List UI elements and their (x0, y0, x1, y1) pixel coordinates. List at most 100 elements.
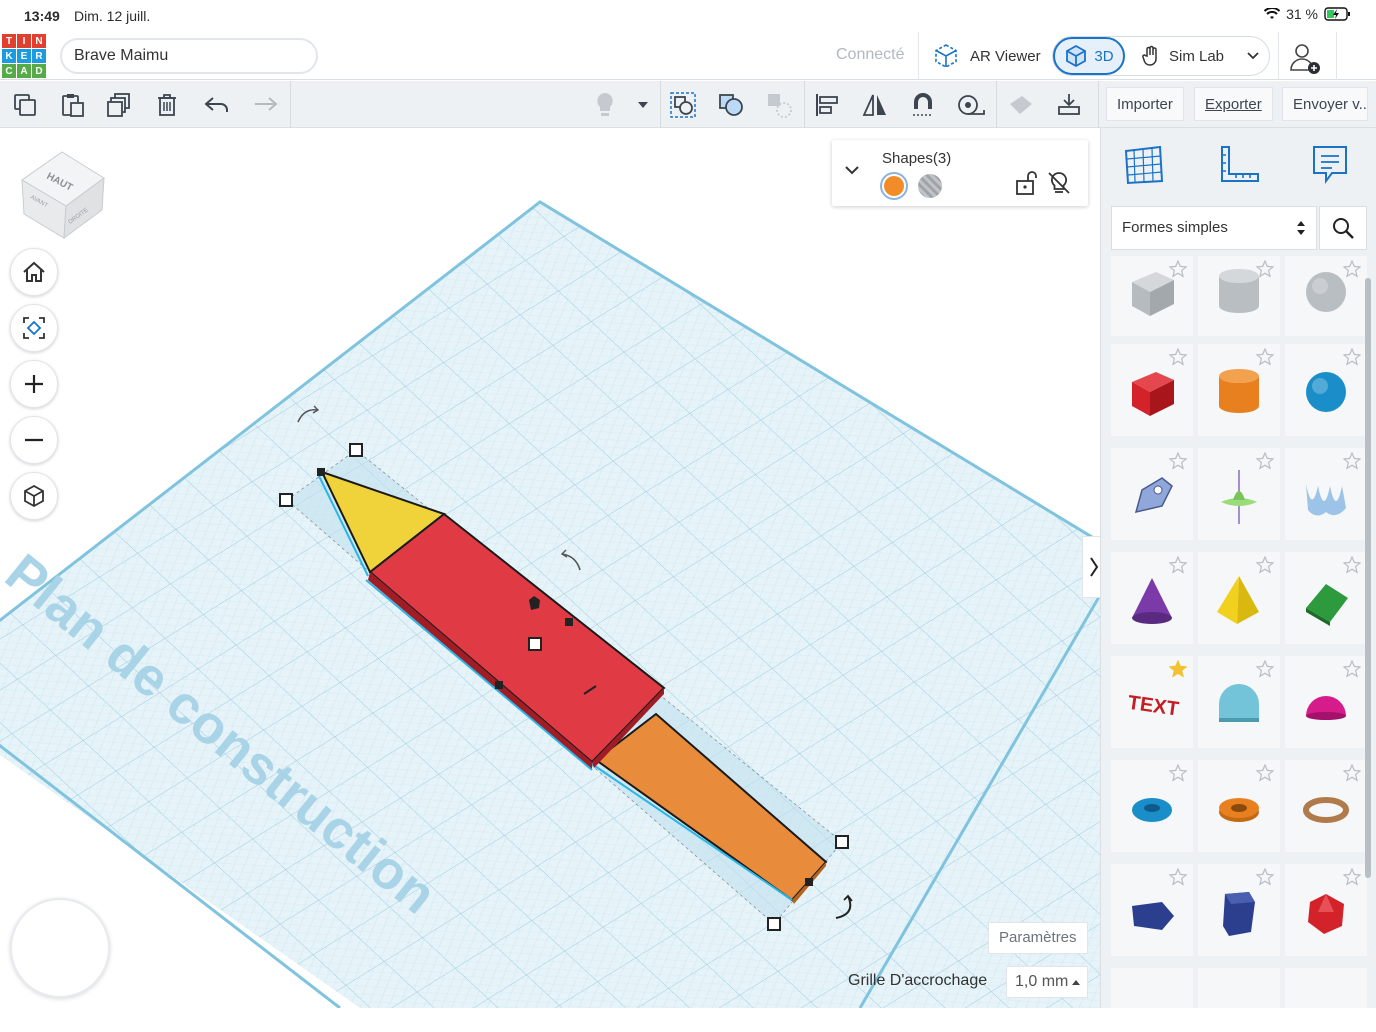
group-button[interactable] (668, 90, 698, 120)
delete-button[interactable] (152, 90, 182, 120)
shape-shape-generator[interactable] (1198, 448, 1280, 540)
project-name-field[interactable]: Brave Maimu (60, 38, 318, 74)
hole-swatch[interactable] (918, 174, 942, 198)
shape-sphere-hole[interactable] (1285, 256, 1367, 336)
view-cube[interactable]: HAUT AVANT DROITE (18, 148, 110, 240)
shape-scribble[interactable] (1111, 448, 1193, 540)
shape-card-partial[interactable] (1198, 968, 1280, 1008)
shape-half-sphere[interactable] (1285, 656, 1367, 748)
hole-button[interactable] (764, 90, 794, 120)
divider (996, 81, 997, 128)
shape-ring[interactable] (1285, 760, 1367, 852)
chevron-down-icon[interactable] (844, 164, 860, 176)
side-handle[interactable] (805, 878, 813, 886)
shape-polygon[interactable] (1111, 864, 1193, 956)
shape-roof[interactable] (1285, 552, 1367, 644)
shape-library-panel: Formes simples TEXT (1100, 128, 1376, 1008)
ruler-tape-button[interactable] (956, 90, 986, 120)
shape-text[interactable]: TEXT (1111, 656, 1193, 748)
tape-measure-icon (958, 95, 985, 115)
light-dropdown[interactable] (628, 90, 658, 120)
duplicate-button[interactable] (104, 90, 134, 120)
resize-handle[interactable] (767, 917, 781, 931)
navigation-joystick[interactable] (10, 898, 110, 998)
corner-handle[interactable] (317, 468, 325, 476)
paste-button[interactable] (58, 90, 88, 120)
shape-category-select[interactable]: Formes simples (1111, 206, 1317, 250)
side-handle[interactable] (565, 618, 573, 626)
connection-status: Connecté (836, 46, 905, 63)
drop-button[interactable] (1054, 90, 1084, 120)
magnet-button[interactable] (908, 90, 938, 120)
shape-half-cylinder[interactable] (1198, 656, 1280, 748)
redo-button[interactable] (250, 90, 280, 120)
export-button[interactable]: Exporter (1194, 87, 1273, 121)
status-time: 13:49 (24, 8, 60, 24)
zoom-out-button[interactable] (10, 416, 58, 464)
panel-collapse-button[interactable] (1082, 536, 1100, 598)
shape-tube[interactable] (1198, 760, 1280, 852)
shape-torus[interactable] (1111, 760, 1193, 852)
paste-icon (62, 94, 84, 117)
shape-hexagonal-prism[interactable] (1198, 864, 1280, 956)
sim-lab-button[interactable]: Sim Lab (1141, 45, 1224, 67)
send-to-button[interactable]: Envoyer v... (1282, 87, 1368, 121)
ar-viewer-button[interactable]: AR Viewer (930, 40, 1041, 72)
shape-box[interactable] (1111, 344, 1193, 436)
bottom-margin (0, 1008, 1376, 1032)
shape-card-partial[interactable] (1111, 968, 1193, 1008)
shape-inspector-title: Shapes(3) (882, 150, 952, 167)
ruler-tab[interactable] (1215, 142, 1261, 188)
solid-color-dot (884, 176, 904, 196)
workplane[interactable]: Plan de construction HAUT AVANT DROITE S… (0, 128, 1100, 1008)
light-button[interactable] (590, 90, 620, 120)
home-view-button[interactable] (10, 248, 58, 296)
shape-icosahedron[interactable] (1285, 864, 1367, 956)
shape-cone[interactable] (1111, 552, 1193, 644)
workplane-canvas[interactable]: Plan de construction (0, 128, 1100, 1008)
resize-handle[interactable] (835, 835, 849, 849)
import-button[interactable]: Importer (1106, 87, 1184, 121)
resize-handle[interactable] (349, 443, 363, 457)
divider (1098, 81, 1099, 128)
chevron-right-icon (1090, 557, 1099, 577)
mode-3d-button[interactable]: 3D (1053, 37, 1125, 75)
shape-cylinder[interactable] (1198, 344, 1280, 436)
snap-grid-select[interactable]: 1,0 mm (1006, 966, 1088, 998)
tinkercad-logo[interactable]: T I N K E R C A D (2, 34, 46, 78)
shape-pyramid[interactable] (1198, 552, 1280, 644)
shape-wave[interactable] (1285, 448, 1367, 540)
mirror-button[interactable] (860, 90, 890, 120)
logo-letter: I (17, 34, 31, 48)
height-handle[interactable] (528, 637, 542, 651)
shape-card-partial[interactable] (1285, 968, 1367, 1008)
shape-cylinder-hole[interactable] (1198, 256, 1280, 336)
copy-button[interactable] (10, 90, 40, 120)
chevron-down-icon[interactable] (1245, 47, 1261, 63)
cruise-button[interactable] (1006, 90, 1036, 120)
shape-search-button[interactable] (1319, 206, 1367, 250)
logo-letter: R (32, 49, 46, 63)
hand-icon (1142, 45, 1157, 66)
notes-tab[interactable] (1307, 142, 1353, 188)
wifi-icon (1264, 8, 1281, 19)
fit-view-button[interactable] (10, 304, 58, 352)
shape-sphere[interactable] (1285, 344, 1367, 436)
shape-box-hole[interactable] (1111, 256, 1193, 336)
workplane-tab[interactable] (1121, 142, 1167, 188)
add-user-icon[interactable] (1284, 38, 1324, 78)
trash-icon (158, 94, 176, 116)
unlock-icon[interactable] (1014, 170, 1038, 196)
hole-icon (768, 94, 792, 118)
projection-button[interactable] (10, 472, 58, 520)
hide-lightbulb-icon[interactable] (1046, 170, 1072, 196)
zoom-in-button[interactable] (10, 360, 58, 408)
scrollbar[interactable] (1365, 278, 1371, 878)
undo-button[interactable] (202, 90, 232, 120)
solid-color-swatch[interactable] (880, 172, 908, 200)
side-handle[interactable] (495, 681, 503, 689)
align-button[interactable] (812, 90, 842, 120)
settings-button[interactable]: Paramètres (988, 922, 1088, 954)
resize-handle[interactable] (279, 493, 293, 507)
ungroup-button[interactable] (716, 90, 746, 120)
